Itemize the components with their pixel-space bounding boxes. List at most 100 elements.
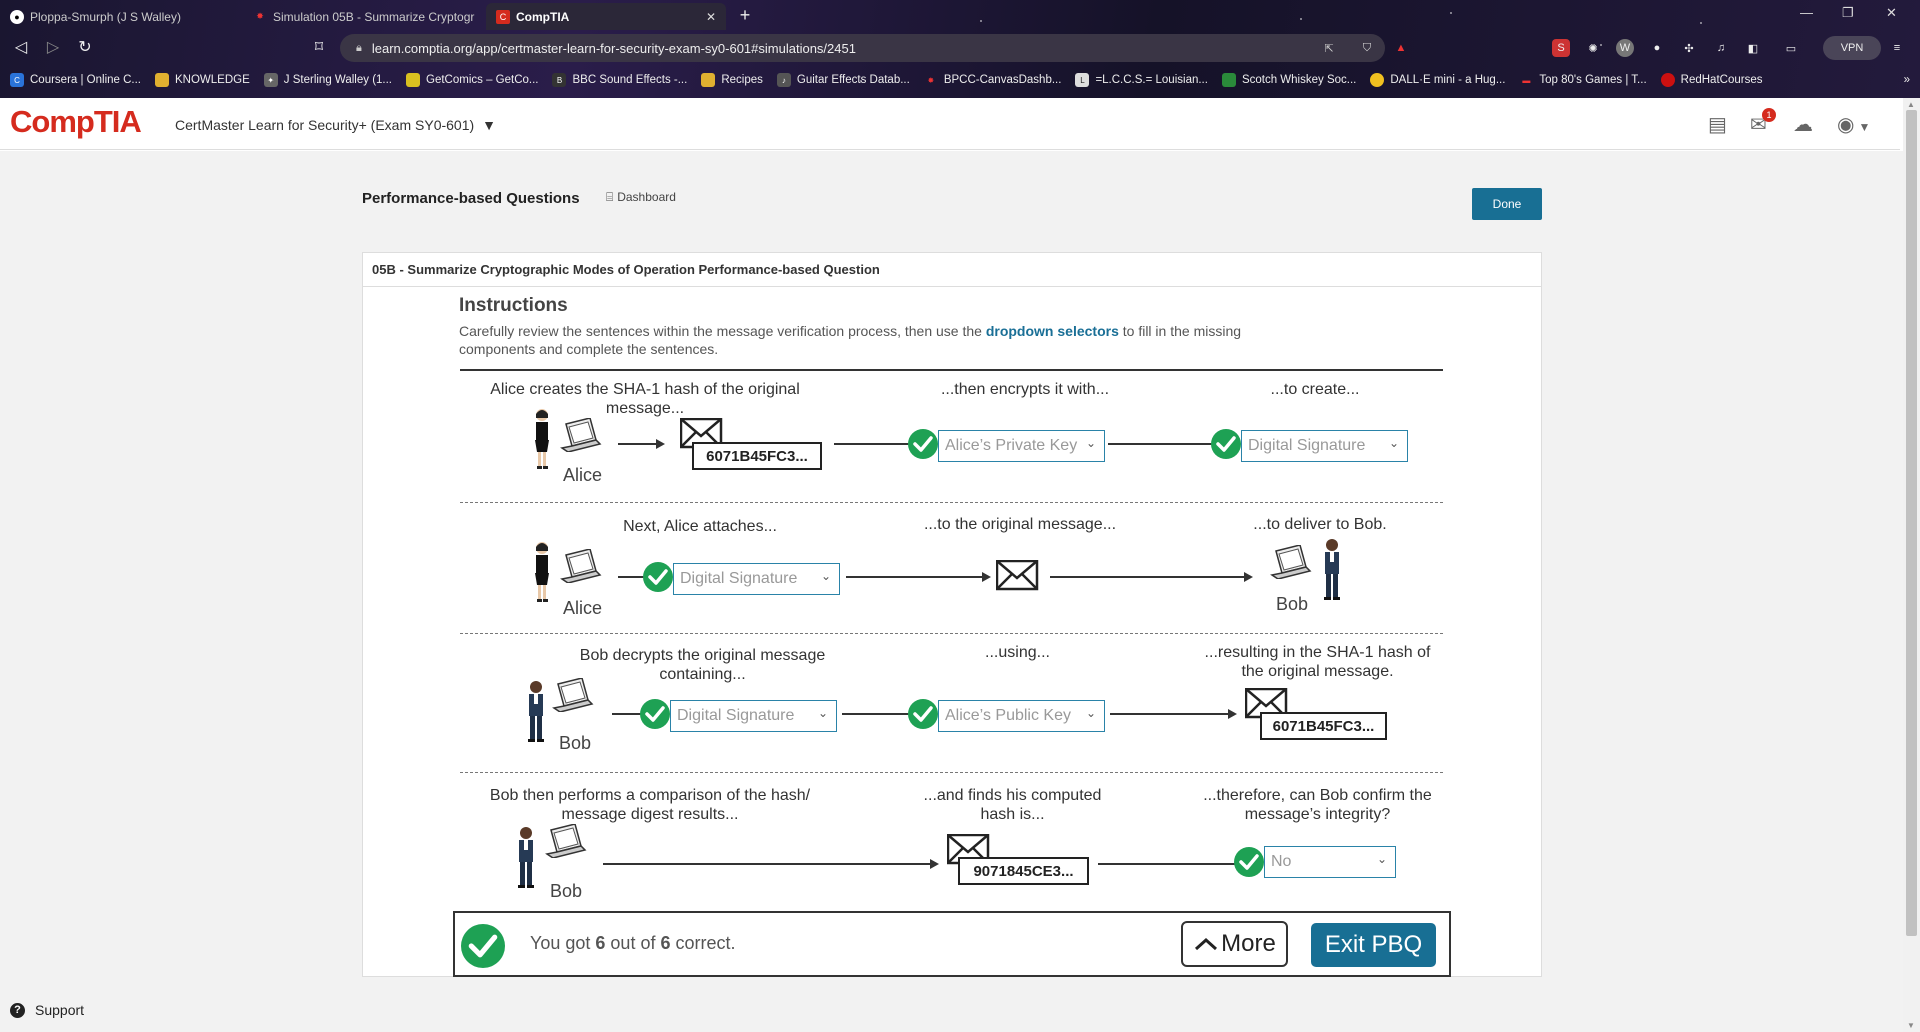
connector-line xyxy=(1108,443,1214,445)
bookmark-item[interactable]: Recipes xyxy=(701,73,763,87)
bookmarks-overflow-icon[interactable]: » xyxy=(1904,74,1910,86)
woman-figure-icon xyxy=(535,409,549,469)
person-label: Bob xyxy=(559,733,592,753)
encryption-key-select[interactable]: Alice’s Private Key ⌄ xyxy=(938,430,1105,462)
laptop-icon xyxy=(553,678,593,712)
cloud-check-icon[interactable]: ☁ xyxy=(1793,112,1813,137)
comptia-logo[interactable]: CompTIA xyxy=(10,104,142,140)
wallet-icon[interactable]: ▭ xyxy=(1782,39,1800,57)
menu-icon[interactable]: ≡ xyxy=(1888,39,1906,57)
bookmark-item[interactable]: ▬ Top 80's Games | T... xyxy=(1519,73,1646,87)
create-select[interactable]: Digital Signature ⌄ xyxy=(1241,430,1408,462)
bookmark-item[interactable]: ✸ BPCC-CanvasDashb... xyxy=(924,73,1061,87)
tab-github[interactable]: ● Ploppa-Smurph (J S Walley) xyxy=(0,3,240,30)
user-avatar-icon[interactable]: ◉ ▼ xyxy=(1837,112,1870,137)
url-bar[interactable]: 🔒︎ learn.comptia.org/app/certmaster-lear… xyxy=(340,34,1385,62)
bookmark-item[interactable]: ♪ Guitar Effects Datab... xyxy=(776,73,910,87)
back-icon[interactable]: ◁ xyxy=(10,37,32,57)
bookmark-item[interactable]: C Coursera | Online C... xyxy=(10,73,141,87)
connector-line xyxy=(846,576,986,578)
tab-label: CompTIA xyxy=(516,9,570,24)
close-icon[interactable]: ✕ xyxy=(706,10,716,24)
coursera-icon: C xyxy=(10,73,24,87)
caret-down-icon: ▼ xyxy=(1858,120,1871,134)
caret-down-icon: ▼ xyxy=(482,117,496,133)
check-icon xyxy=(908,429,938,459)
notes-icon[interactable]: ▤ xyxy=(1708,112,1727,137)
folder-icon xyxy=(701,73,716,87)
select-value: Digital Signature xyxy=(677,707,795,724)
row-separator xyxy=(460,633,1443,634)
bookmark-item[interactable]: ✦ J Sterling Walley (1... xyxy=(263,73,392,87)
music-icon[interactable]: ♫ xyxy=(1712,39,1730,57)
instructions-text: Carefully review the sentences within th… xyxy=(459,322,1309,358)
bookmark-item[interactable]: KNOWLEDGE xyxy=(155,73,250,87)
divider xyxy=(362,286,1542,287)
reload-icon[interactable]: ↻ xyxy=(74,37,96,57)
chevron-down-icon: ⌄ xyxy=(1085,706,1096,720)
integrity-select[interactable]: No ⌄ xyxy=(1264,846,1396,878)
page-scrollbar[interactable]: ▲ ▼ xyxy=(1903,98,1920,1032)
decrypt-select[interactable]: Digital Signature ⌄ xyxy=(670,700,837,732)
instructions-heading: Instructions xyxy=(459,295,568,316)
new-tab-button[interactable]: + xyxy=(733,3,757,27)
bookmark-label: Scotch Whiskey Soc... xyxy=(1241,74,1357,86)
dashboard-link[interactable]: ⌸ Dashboard xyxy=(606,190,676,205)
bookmark-item[interactable]: DALL·E mini - a Hug... xyxy=(1370,73,1505,87)
bookmark-item[interactable]: Scotch Whiskey Soc... xyxy=(1221,73,1357,87)
brave-rewards-icon[interactable]: ▲ xyxy=(1392,39,1410,57)
laptop-icon xyxy=(561,418,601,452)
support-link[interactable]: ? Support xyxy=(10,1002,84,1018)
scroll-thumb[interactable] xyxy=(1906,110,1917,936)
tab-simulation[interactable]: ✸ Simulation 05B - Summarize Cryptogr xyxy=(243,3,483,30)
extension-puzzle-icon[interactable]: ✣ xyxy=(1680,39,1698,57)
share-icon[interactable]: ⇱ xyxy=(1320,39,1338,57)
chevron-down-icon: ⌄ xyxy=(820,569,831,583)
huggingface-icon xyxy=(1370,73,1385,87)
arrow-icon xyxy=(930,859,939,869)
close-window-icon[interactable]: ✕ xyxy=(1886,5,1897,21)
forward-icon[interactable]: ▷ xyxy=(42,37,64,57)
hash-value-box: 6071B45FC3... xyxy=(1260,712,1387,740)
connector-line xyxy=(603,863,933,865)
score-part: out of xyxy=(605,933,661,953)
chevron-down-icon: ⌄ xyxy=(1388,436,1399,450)
extension-s-icon[interactable]: S xyxy=(1552,39,1570,57)
extension-circle-icon[interactable]: ● xyxy=(1648,39,1666,57)
instructions-part: Carefully review the sentences within th… xyxy=(459,323,986,339)
row3-step1-label: Bob decrypts the original message contai… xyxy=(579,647,826,683)
bookmark-item[interactable]: B BBC Sound Effects -... xyxy=(552,73,687,87)
decryption-key-select[interactable]: Alice’s Public Key ⌄ xyxy=(938,700,1105,732)
tab-comptia[interactable]: C CompTIA ✕ xyxy=(486,3,726,30)
man-figure-icon xyxy=(528,681,544,742)
mail-icon[interactable]: ✉ 1 xyxy=(1750,108,1776,137)
attach-select[interactable]: Digital Signature ⌄ xyxy=(673,563,840,595)
comptia-tab-icon: C xyxy=(496,9,510,24)
restore-icon[interactable]: ❐ xyxy=(1842,5,1854,21)
dashboard-icon: ⌸ xyxy=(606,190,614,204)
vpn-button[interactable]: VPN xyxy=(1823,36,1881,60)
row4-step3-label: ...therefore, can Bob confirm the messag… xyxy=(1203,787,1432,823)
minimize-icon[interactable]: — xyxy=(1800,5,1813,20)
bookmark-item[interactable]: GetComics – GetCo... xyxy=(406,73,538,87)
scroll-down-icon[interactable]: ▼ xyxy=(1907,1021,1915,1030)
bookmark-item[interactable]: L =L.C.C.S.= Louisian... xyxy=(1075,73,1208,87)
page-icon: ✦ xyxy=(263,73,278,87)
man-figure-icon xyxy=(518,827,534,888)
row2-step2-label: ...to the original message... xyxy=(923,516,1117,533)
shield-icon[interactable]: ⛉ xyxy=(1358,39,1376,57)
bookmarks-bar: C Coursera | Online C... KNOWLEDGE ✦ J Ste… xyxy=(0,66,1920,94)
bookmark-icon[interactable]: ⌑ xyxy=(308,37,330,57)
done-button[interactable]: Done xyxy=(1472,188,1542,220)
extension-gear-icon[interactable]: ✺ xyxy=(1584,39,1602,57)
sidebar-icon[interactable]: ◧ xyxy=(1744,39,1762,57)
more-button[interactable]: More xyxy=(1181,921,1288,967)
course-title: CertMaster Learn for Security+ (Exam SY0… xyxy=(175,117,475,133)
scroll-up-icon[interactable]: ▲ xyxy=(1907,100,1915,109)
check-icon xyxy=(643,562,673,592)
course-selector[interactable]: CertMaster Learn for Security+ (Exam SY0… xyxy=(175,117,496,133)
lock-icon: 🔒︎ xyxy=(356,41,362,54)
bookmark-item[interactable]: RedHatCourses xyxy=(1660,73,1762,87)
exit-pbq-button[interactable]: Exit PBQ xyxy=(1311,923,1436,967)
extension-w-icon[interactable]: W xyxy=(1616,39,1634,57)
